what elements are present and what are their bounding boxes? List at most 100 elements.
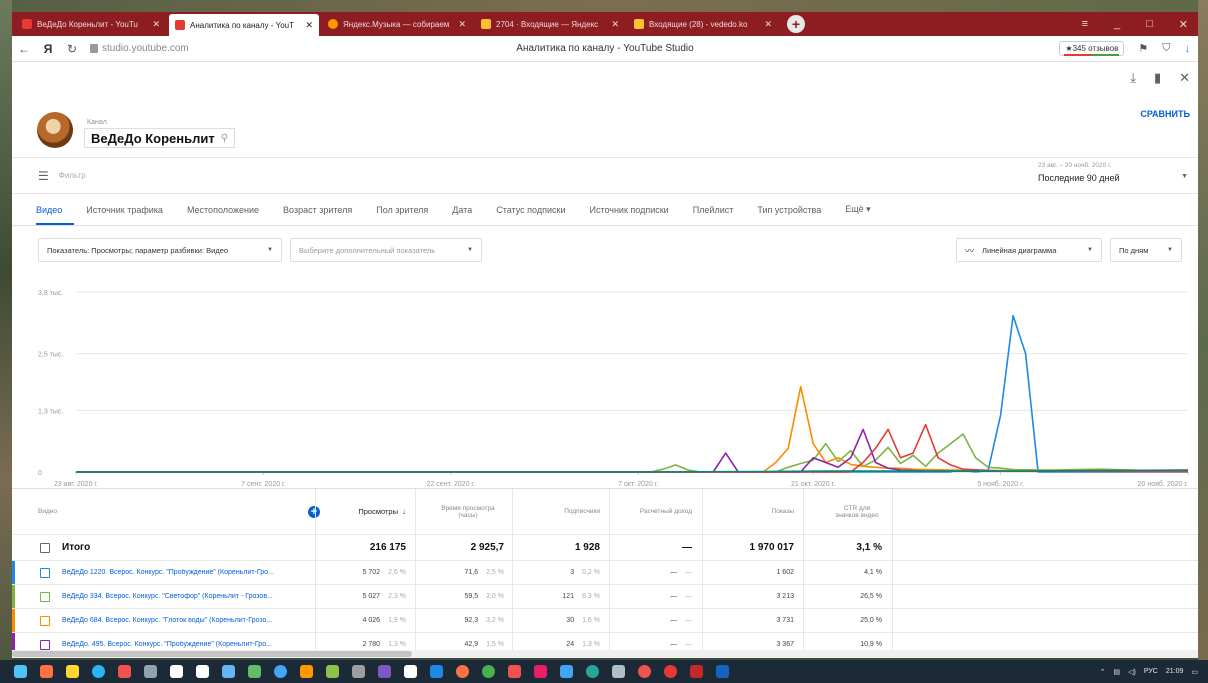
chart-type-dropdown[interactable]: 〰 Линейная диаграмма ▼: [956, 238, 1102, 262]
browser-tab[interactable]: ВеДеДо Кореньлит - YouTu ✕: [16, 14, 166, 34]
app-icon[interactable]: [92, 665, 105, 678]
feedback-icon[interactable]: ▮: [1154, 70, 1161, 86]
secondary-metric-dropdown[interactable]: Выберите дополнительный показатель ▼: [290, 238, 482, 262]
tray-arrow-icon[interactable]: ⌃: [1100, 668, 1106, 676]
app-icon[interactable]: [404, 665, 417, 678]
app-icon[interactable]: [690, 665, 703, 678]
browser-tab[interactable]: 2704 · Входящие — Яндекс ✕: [475, 14, 625, 34]
browser-tab[interactable]: Входящие (28) - vededo.ko ✕: [628, 14, 778, 34]
video-title-link[interactable]: ВеДеДо 1220. Всерос. Конкурс. "Пробужден…: [62, 569, 274, 576]
yandex-logo-icon[interactable]: Я: [36, 42, 60, 56]
network-icon[interactable]: ▤: [1113, 668, 1120, 676]
col-views-header[interactable]: Просмотры ↓: [322, 489, 406, 534]
reload-icon[interactable]: ↻: [60, 42, 84, 56]
app-icon[interactable]: [456, 665, 469, 678]
channel-selector[interactable]: ВеДеДо Кореньлит ⚲: [84, 128, 236, 148]
keyboard-language[interactable]: РУС: [1144, 668, 1158, 675]
clock[interactable]: 21:09: [1166, 668, 1184, 675]
app-icon[interactable]: [170, 665, 183, 678]
app-icon[interactable]: [326, 665, 339, 678]
compare-button[interactable]: СРАВНИТЬ: [1140, 109, 1190, 119]
new-tab-plus-icon[interactable]: +: [787, 15, 805, 33]
tab-device-type[interactable]: Тип устройства: [745, 205, 833, 225]
metric-dropdown[interactable]: Показатель: Просмотры; параметр разбивки…: [38, 238, 282, 262]
menu-icon[interactable]: ≡: [1082, 18, 1088, 31]
tab-traffic-source[interactable]: Источник трафика: [74, 205, 175, 225]
video-title-link[interactable]: ВеДеДо. 495. Всерос. Конкурс. "Пробужден…: [62, 641, 272, 648]
start-icon[interactable]: [14, 665, 27, 678]
col-ctr-header[interactable]: CTR для значков видео: [832, 489, 882, 534]
row-checkbox[interactable]: [40, 609, 50, 632]
app-icon[interactable]: [274, 665, 287, 678]
tab-subscription-source[interactable]: Источник подписки: [577, 205, 680, 225]
col-impressions-header[interactable]: Показы: [712, 489, 794, 534]
filter-icon[interactable]: ☰: [38, 169, 49, 183]
app-icon[interactable]: [534, 665, 547, 678]
notifications-icon[interactable]: ▭: [1191, 668, 1198, 676]
export-icon[interactable]: ⤓: [1130, 70, 1136, 86]
period-dropdown[interactable]: По дням ▼: [1110, 238, 1182, 262]
volume-icon[interactable]: ◁): [1128, 668, 1136, 676]
app-icon[interactable]: [300, 665, 313, 678]
app-icon[interactable]: [508, 665, 521, 678]
col-revenue-header[interactable]: Расчетный доход: [632, 489, 692, 534]
close-tab-icon[interactable]: ✕: [152, 19, 160, 30]
app-icon[interactable]: [196, 665, 209, 678]
close-window-icon[interactable]: ✕: [1179, 18, 1188, 31]
horizontal-scrollbar[interactable]: [12, 650, 1198, 658]
browser-tab[interactable]: Яндекс.Музыка — собираем ✕: [322, 14, 472, 34]
app-icon[interactable]: [482, 665, 495, 678]
app-icon[interactable]: [352, 665, 365, 678]
close-tab-icon[interactable]: ✕: [611, 19, 619, 30]
video-title-cell[interactable]: ВеДеДо 684. Всерос. Конкурс. "Глоток вод…: [62, 609, 312, 632]
app-icon[interactable]: [378, 665, 391, 678]
app-icon[interactable]: [40, 665, 53, 678]
close-tab-icon[interactable]: ✕: [764, 19, 772, 30]
close-tab-icon[interactable]: ✕: [305, 20, 313, 31]
download-icon[interactable]: ↓: [1185, 43, 1191, 55]
tab-location[interactable]: Местоположение: [175, 205, 271, 225]
protect-icon[interactable]: ⛉: [1162, 42, 1170, 55]
tab-viewer-age[interactable]: Возраст зрителя: [271, 205, 364, 225]
close-report-icon[interactable]: ✕: [1179, 70, 1190, 86]
app-icon[interactable]: [586, 665, 599, 678]
table-row[interactable]: ВеДеДо 1220. Всерос. Конкурс. "Пробужден…: [12, 561, 1198, 585]
video-title-cell[interactable]: ВеДеДо 334. Всерос. Конкурс. "Светофор" …: [62, 585, 312, 608]
bookmark-icon[interactable]: ⚑: [1138, 42, 1148, 55]
table-row[interactable]: ВеДеДо 334. Всерос. Конкурс. "Светофор" …: [12, 585, 1198, 609]
row-checkbox[interactable]: [40, 561, 50, 584]
tab-video[interactable]: Видео: [36, 205, 75, 225]
app-icon[interactable]: [430, 665, 443, 678]
app-icon[interactable]: [560, 665, 573, 678]
tab-playlist[interactable]: Плейлист: [681, 205, 746, 225]
app-icon[interactable]: [716, 665, 729, 678]
app-icon[interactable]: [222, 665, 235, 678]
video-title-cell[interactable]: ВеДеДо 1220. Всерос. Конкурс. "Пробужден…: [62, 561, 312, 584]
tab-subscription-status[interactable]: Статус подписки: [484, 205, 577, 225]
date-range-picker[interactable]: 23 авг. – 20 нояб. 2020 г. Последние 90 …: [1038, 162, 1188, 190]
col-watch-time-header[interactable]: Время просмотра (часы): [432, 489, 504, 534]
tab-date[interactable]: Дата: [440, 205, 484, 225]
url-field[interactable]: studio.youtube.com: [90, 43, 189, 54]
row-checkbox[interactable]: [40, 585, 50, 608]
app-icon[interactable]: [66, 665, 79, 678]
scrollbar-thumb[interactable]: [12, 651, 412, 657]
filter-input[interactable]: Фильтр: [59, 171, 86, 180]
app-icon[interactable]: [664, 665, 677, 678]
video-title-link[interactable]: ВеДеДо 334. Всерос. Конкурс. "Светофор" …: [62, 593, 273, 600]
reviews-badge[interactable]: ★345 отзывов: [1059, 41, 1125, 56]
col-subscribers-header[interactable]: Подписчики: [522, 489, 600, 534]
video-title-link[interactable]: ВеДеДо 684. Всерос. Конкурс. "Глоток вод…: [62, 617, 272, 624]
app-icon[interactable]: [638, 665, 651, 678]
table-row[interactable]: ВеДеДо 684. Всерос. Конкурс. "Глоток вод…: [12, 609, 1198, 633]
tab-viewer-gender[interactable]: Пол зрителя: [364, 205, 440, 225]
browser-tab-active[interactable]: Аналитика по каналу - YouT ✕: [169, 14, 319, 36]
tab-more[interactable]: Ещё ▾: [833, 204, 882, 225]
minimize-icon[interactable]: _: [1114, 18, 1120, 31]
maximize-icon[interactable]: □: [1146, 18, 1153, 31]
add-column-button[interactable]: +: [308, 489, 320, 534]
app-icon[interactable]: [118, 665, 131, 678]
app-icon[interactable]: [612, 665, 625, 678]
close-tab-icon[interactable]: ✕: [458, 19, 466, 30]
app-icon[interactable]: [248, 665, 261, 678]
